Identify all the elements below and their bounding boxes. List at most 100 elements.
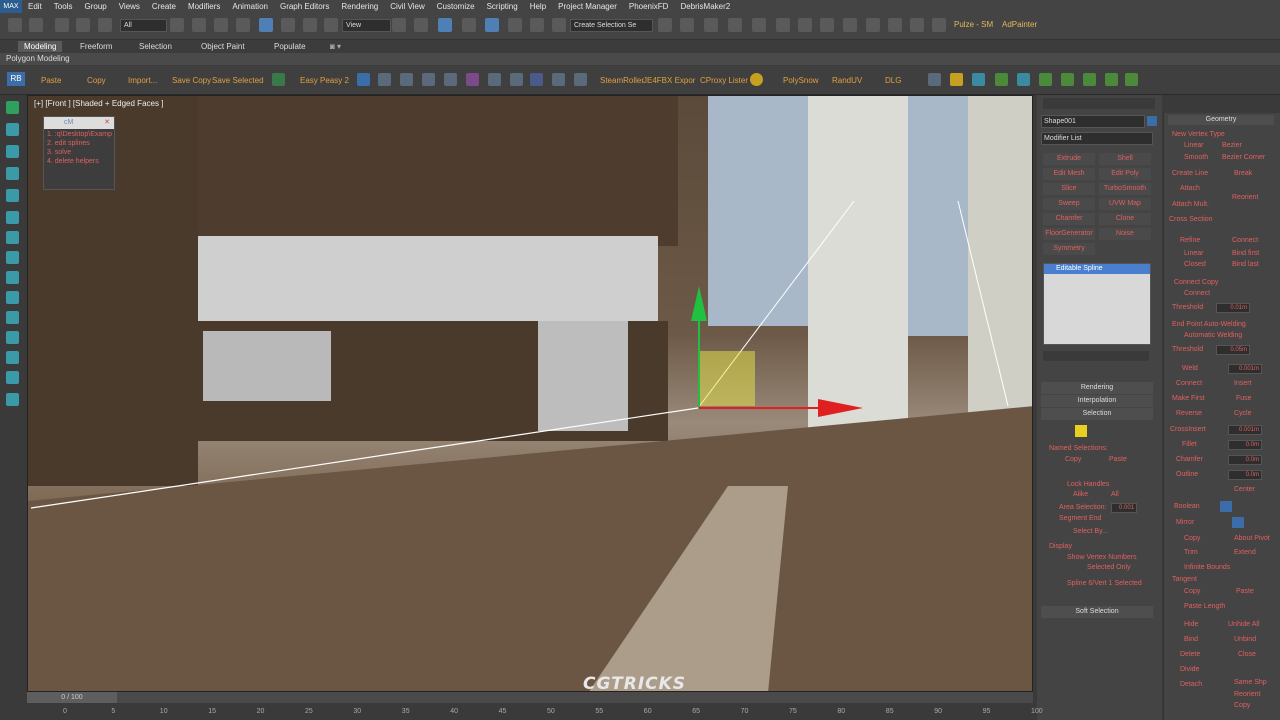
outline-button[interactable]: Outline bbox=[1176, 471, 1198, 478]
mb-icon[interactable] bbox=[272, 73, 285, 86]
shelf-paste-button[interactable]: Paste bbox=[41, 76, 61, 85]
named-selection-paste-button[interactable]: Paste bbox=[1109, 456, 1127, 463]
select-by-name-icon[interactable] bbox=[192, 18, 206, 32]
selected-only-checkbox[interactable]: Selected Only bbox=[1087, 564, 1131, 571]
rollout-interpolation[interactable]: Interpolation bbox=[1041, 395, 1153, 407]
create-tool-icon[interactable] bbox=[6, 101, 19, 114]
shelf-copy-button[interactable]: Copy bbox=[87, 76, 106, 85]
tool-icon[interactable] bbox=[6, 145, 19, 158]
connect-copy-checkbox[interactable]: Connect bbox=[1184, 290, 1210, 297]
same-shp-checkbox[interactable]: Same Shp bbox=[1234, 679, 1267, 686]
tool-icon[interactable] bbox=[6, 251, 19, 264]
rendered-frame-window-icon[interactable] bbox=[866, 18, 880, 32]
center-checkbox[interactable]: Center bbox=[1234, 486, 1255, 493]
select-move-icon[interactable] bbox=[259, 18, 273, 32]
toggle-layer-explorer-icon[interactable] bbox=[728, 18, 742, 32]
all-radio[interactable]: All bbox=[1111, 491, 1119, 498]
reverse-button[interactable]: Reverse bbox=[1176, 410, 1202, 417]
close-button[interactable]: Close bbox=[1238, 651, 1256, 658]
shelf-tool-icon[interactable] bbox=[444, 73, 457, 86]
attach-mult-button[interactable]: Attach Mult. bbox=[1172, 201, 1209, 208]
menu-phoenixfd[interactable]: PhoenixFD bbox=[623, 2, 675, 11]
shelf-tool-icon[interactable] bbox=[378, 73, 391, 86]
trim-button[interactable]: Trim bbox=[1184, 549, 1198, 556]
smooth-radio[interactable]: Smooth bbox=[1184, 154, 1208, 161]
search-icon[interactable] bbox=[950, 73, 963, 86]
tool-icon[interactable] bbox=[6, 189, 19, 202]
fillet-spinner[interactable]: 0.0m bbox=[1228, 440, 1262, 450]
shelf-tool-icon[interactable] bbox=[1039, 73, 1052, 86]
chamfer-button[interactable]: Chamfer bbox=[1176, 456, 1203, 463]
extend-button[interactable]: Extend bbox=[1234, 549, 1256, 556]
script-item[interactable]: 2. edit splines bbox=[44, 138, 114, 147]
stack-toolbar[interactable] bbox=[1043, 351, 1149, 361]
shelf-dlg-button[interactable]: DLG bbox=[885, 76, 901, 85]
linear-checkbox[interactable]: Linear bbox=[1184, 250, 1203, 257]
angle-snap-icon[interactable] bbox=[485, 18, 499, 32]
bind-first-checkbox[interactable]: Bind first bbox=[1232, 250, 1259, 257]
bind-button[interactable]: Bind bbox=[1184, 636, 1198, 643]
modifier-edit-poly-button[interactable]: Edit Poly bbox=[1099, 168, 1151, 180]
mirror-button[interactable]: Mirror bbox=[1176, 519, 1194, 526]
shelf-tool-icon[interactable] bbox=[1125, 73, 1138, 86]
mirror-icon[interactable] bbox=[658, 18, 672, 32]
render-production-icon[interactable] bbox=[888, 18, 902, 32]
selection-region-icon[interactable] bbox=[214, 18, 228, 32]
refine-button[interactable]: Refine bbox=[1180, 237, 1200, 244]
modifier-turbosmooth-button[interactable]: TurboSmooth bbox=[1099, 183, 1151, 195]
unlink-icon[interactable] bbox=[76, 18, 90, 32]
break-button[interactable]: Break bbox=[1234, 170, 1252, 177]
unbind-button[interactable]: Unbind bbox=[1234, 636, 1256, 643]
app-logo[interactable]: MAX bbox=[0, 0, 22, 13]
bezier-radio[interactable]: Bezier bbox=[1222, 142, 1242, 149]
rollout-selection[interactable]: Selection bbox=[1041, 408, 1153, 420]
modifier-uvw-map-button[interactable]: UVW Map bbox=[1099, 198, 1151, 210]
modifier-clone-button[interactable]: Clone bbox=[1099, 213, 1151, 225]
percent-snap-icon[interactable] bbox=[508, 18, 522, 32]
shelf-steamroller-button[interactable]: SteamRoller bbox=[600, 76, 644, 85]
tool-icon[interactable] bbox=[6, 271, 19, 284]
shelf-tool-icon[interactable] bbox=[995, 73, 1008, 86]
workspace-label[interactable]: Pulze - SM bbox=[954, 20, 993, 29]
select-place-icon[interactable] bbox=[324, 18, 338, 32]
select-scale-icon[interactable] bbox=[303, 18, 317, 32]
linear-radio[interactable]: Linear bbox=[1184, 142, 1203, 149]
menu-scripting[interactable]: Scripting bbox=[481, 2, 524, 11]
reorient-detach-checkbox[interactable]: Reorient bbox=[1234, 691, 1260, 698]
shelf-save-copy-button[interactable]: Save Copy bbox=[172, 76, 211, 85]
curve-editor-icon[interactable] bbox=[776, 18, 790, 32]
modifier-slice-button[interactable]: Slice bbox=[1043, 183, 1095, 195]
modifier-floorgenerator-button[interactable]: FloorGenerator bbox=[1043, 228, 1095, 240]
menu-views[interactable]: Views bbox=[113, 2, 146, 11]
boolean-button[interactable]: Boolean bbox=[1174, 503, 1200, 510]
script-item[interactable]: 1. :q\Desktop\Examp bbox=[44, 129, 114, 138]
modifier-symmetry-button[interactable]: Symmetry bbox=[1043, 243, 1095, 255]
detach-copy-checkbox[interactable]: Copy bbox=[1234, 702, 1250, 709]
menu-modifiers[interactable]: Modifiers bbox=[182, 2, 226, 11]
vertex-subobject-icon[interactable] bbox=[1075, 425, 1087, 437]
shelf-tool-icon[interactable] bbox=[552, 73, 565, 86]
lock-handles-checkbox[interactable]: Lock Handles bbox=[1067, 481, 1109, 488]
modifier-shell-button[interactable]: Shell bbox=[1099, 153, 1151, 165]
shelf-tool-icon[interactable] bbox=[1105, 73, 1118, 86]
abc-icon[interactable] bbox=[530, 73, 543, 86]
menu-edit[interactable]: Edit bbox=[22, 2, 48, 11]
tool-icon[interactable] bbox=[6, 393, 19, 406]
closed-checkbox[interactable]: Closed bbox=[1184, 261, 1206, 268]
align-icon[interactable] bbox=[680, 18, 694, 32]
material-editor-icon[interactable] bbox=[820, 18, 834, 32]
shelf-tool-icon[interactable] bbox=[422, 73, 435, 86]
create-line-button[interactable]: Create Line bbox=[1172, 170, 1208, 177]
object-name-field[interactable]: Shape001 bbox=[1041, 115, 1145, 128]
menu-graph-editors[interactable]: Graph Editors bbox=[274, 2, 335, 11]
shelf-tool-icon[interactable] bbox=[1083, 73, 1096, 86]
menu-rendering[interactable]: Rendering bbox=[335, 2, 384, 11]
select-by-button[interactable]: Select By... bbox=[1073, 528, 1108, 535]
menu-help[interactable]: Help bbox=[524, 2, 552, 11]
area-selection-checkbox[interactable]: Area Selection: bbox=[1059, 504, 1106, 511]
render-in-cloud-icon[interactable] bbox=[910, 18, 924, 32]
rollout-soft-selection[interactable]: Soft Selection bbox=[1041, 606, 1153, 618]
toggle-scene-explorer-icon[interactable] bbox=[704, 18, 718, 32]
shelf-tool-icon[interactable] bbox=[488, 73, 501, 86]
shelf-badge[interactable]: RB bbox=[7, 72, 25, 86]
